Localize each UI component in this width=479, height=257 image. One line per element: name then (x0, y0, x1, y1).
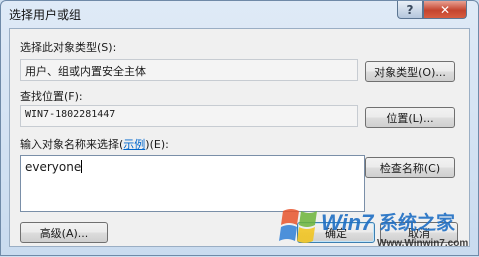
dialog-window: 选择用户或组 ? ✕ 选择此对象类型(S): 用户、组或内置安全主体 对象类型(… (0, 0, 479, 256)
title-bar: 选择用户或组 ? ✕ (1, 1, 478, 27)
examples-link[interactable]: 示例 (123, 138, 145, 151)
locations-button[interactable]: 位置(L)... (365, 107, 455, 128)
object-types-button[interactable]: 对象类型(O)... (365, 61, 455, 82)
close-button[interactable]: ✕ (423, 1, 467, 19)
advanced-button[interactable]: 高级(A)... (20, 222, 108, 243)
svg-text:Www.Winwin7.com: Www.Winwin7.com (377, 238, 468, 249)
names-label-suffix: )(E): (145, 138, 169, 151)
location-label: 查找位置(F): (20, 90, 83, 103)
svg-text:系统之家: 系统之家 (379, 211, 456, 234)
window-title: 选择用户或组 (9, 8, 82, 22)
location-field: WIN7-1802281447 (20, 105, 358, 127)
windows-flag-icon (279, 209, 317, 243)
names-label-prefix: 输入对象名称来选择( (20, 138, 124, 151)
object-type-field: 用户、组或内置安全主体 (20, 59, 358, 81)
object-names-value: everyone (25, 160, 82, 174)
help-button[interactable]: ? (397, 1, 423, 19)
check-names-button[interactable]: 检查名称(C) (365, 157, 455, 178)
close-icon: ✕ (439, 2, 451, 17)
names-label: 输入对象名称来选择(示例)(E): (20, 136, 169, 152)
watermark-logo: Win7 系统之家 Www.Winwin7.com (279, 209, 468, 249)
svg-text:Win7: Win7 (321, 210, 375, 235)
object-type-label: 选择此对象类型(S): (20, 41, 117, 54)
text-caret (81, 160, 83, 173)
